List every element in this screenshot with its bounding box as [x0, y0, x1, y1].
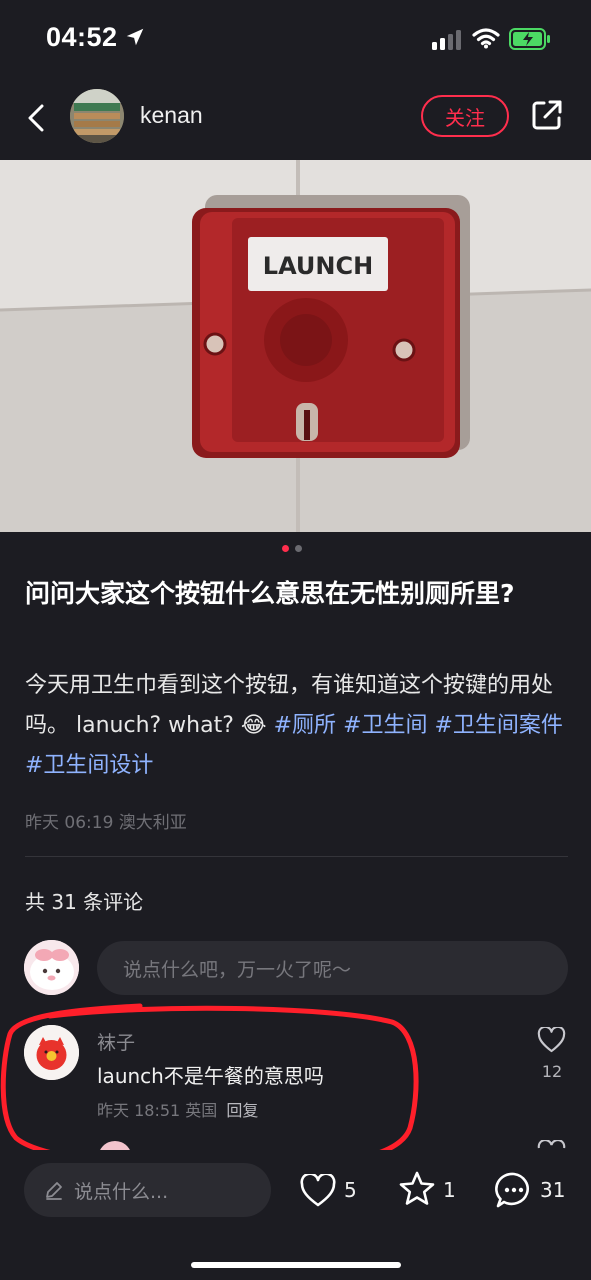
signal-icon — [432, 30, 461, 50]
comment-like-count: 12 — [541, 1062, 563, 1081]
location-arrow-icon — [126, 28, 144, 46]
pencil-icon — [46, 1182, 62, 1200]
wifi-icon — [472, 28, 500, 49]
commenter-name[interactable]: 袜子 — [97, 1028, 135, 1055]
bottom-action-bar: 说点什么... 5 1 31 — [0, 1150, 591, 1280]
hashtag[interactable]: #卫生间案件 — [435, 713, 563, 738]
back-chevron-icon[interactable] — [22, 98, 52, 138]
comment-count-label: 共 31 条评论 — [25, 890, 144, 914]
comment-input[interactable]: 说点什么吧，万一火了呢～ — [97, 941, 568, 995]
comment-count: 31 — [540, 1178, 566, 1202]
pagination-dot — [295, 545, 302, 552]
home-indicator[interactable] — [191, 1262, 401, 1268]
bottom-input-placeholder: 说点什么... — [74, 1180, 169, 1203]
post-photo[interactable]: LAUNCH — [0, 160, 591, 532]
status-bar: 04:52 — [0, 0, 591, 80]
photo-label-text: LAUNCH — [263, 252, 373, 280]
post-body: 今天用卫生巾看到这个按钮，有谁知道这个按键的用处吗。 lanuch? what?… — [25, 666, 570, 786]
hashtag[interactable]: #卫生间 — [343, 713, 427, 738]
pagination-dot-active — [282, 545, 289, 552]
heart-icon[interactable] — [537, 1027, 566, 1053]
post-title: 问问大家这个按钮什么意思在无性别厕所里? — [25, 579, 515, 608]
post-header: kenan 关注 — [0, 80, 591, 160]
comment-meta: 昨天 18:51 英国 回复 — [97, 1097, 258, 1121]
divider — [25, 856, 568, 857]
star-icon[interactable] — [398, 1170, 436, 1208]
bottom-comment-input[interactable]: 说点什么... — [24, 1163, 271, 1217]
author-avatar[interactable] — [70, 89, 124, 143]
like-count: 5 — [344, 1178, 357, 1202]
battery-icon — [509, 28, 550, 50]
comment-text: launch不是午餐的意思吗 — [97, 1064, 324, 1088]
comment-time-location: 昨天 18:51 英国 — [97, 1101, 218, 1120]
hashtag[interactable]: #卫生间设计 — [25, 753, 153, 778]
post-meta: 昨天 06:19 澳大利亚 — [25, 813, 187, 833]
photo-pagination — [282, 545, 312, 555]
follow-button[interactable]: 关注 — [421, 95, 509, 137]
status-time: 04:52 — [46, 22, 118, 52]
commenter-avatar[interactable] — [24, 1025, 79, 1080]
reply-button[interactable]: 回复 — [226, 1101, 258, 1120]
star-count: 1 — [443, 1178, 456, 1202]
share-icon[interactable] — [530, 98, 564, 132]
hashtag[interactable]: #厕所 — [274, 713, 336, 738]
author-username[interactable]: kenan — [140, 102, 203, 129]
comment-bubble-icon[interactable] — [494, 1170, 534, 1210]
my-avatar — [24, 940, 79, 995]
laughing-emoji: 😂 — [240, 713, 267, 738]
heart-icon[interactable] — [299, 1174, 337, 1208]
